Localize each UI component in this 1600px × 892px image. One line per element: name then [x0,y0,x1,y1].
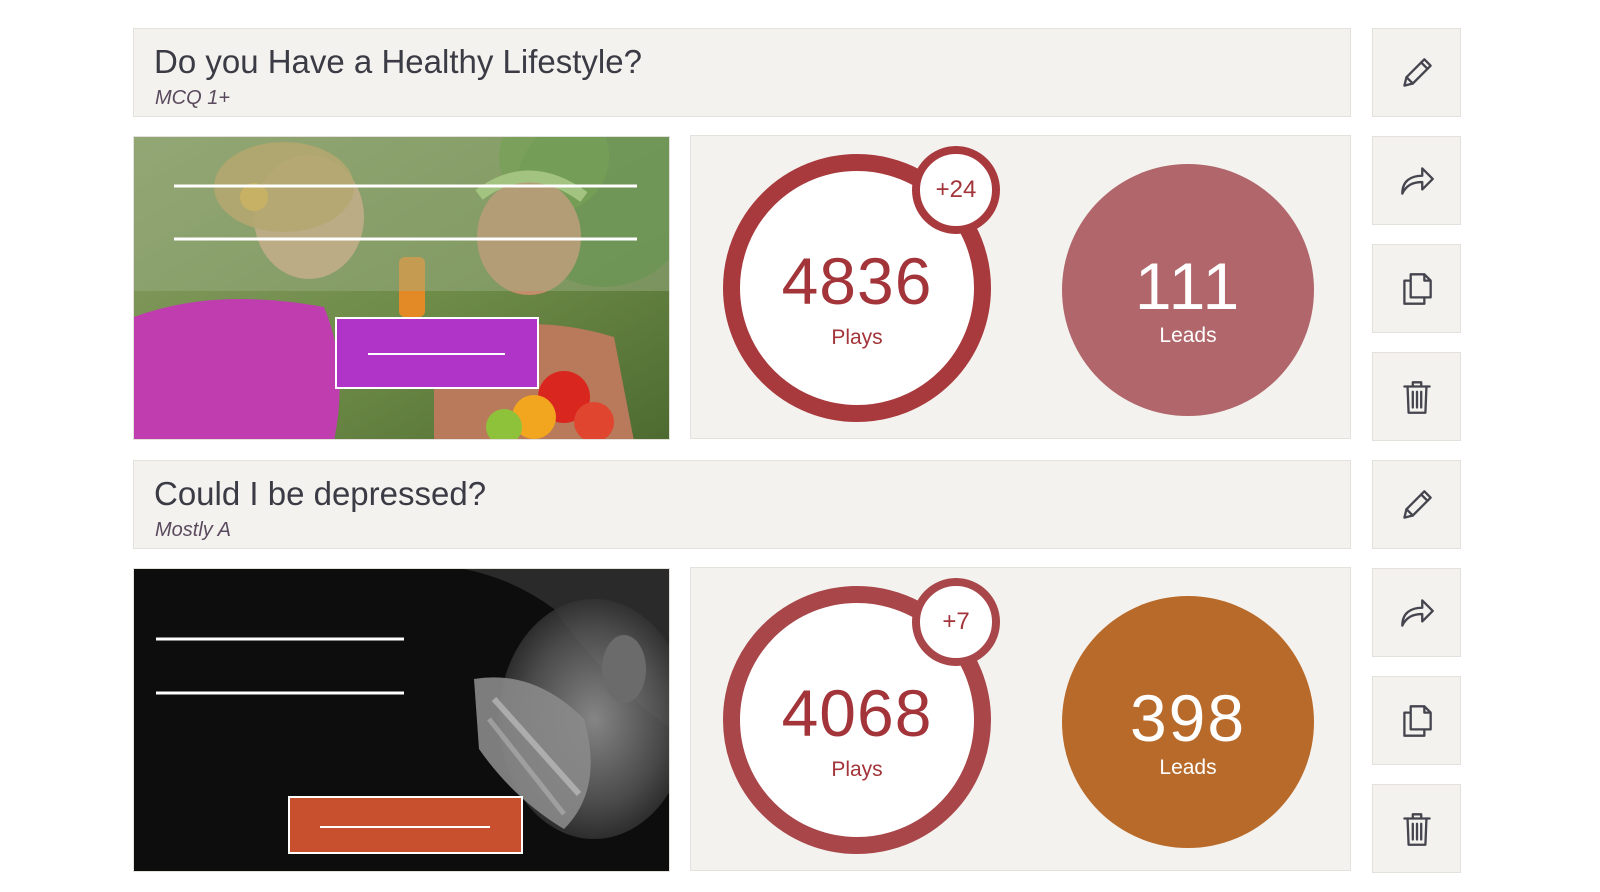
healthy-lifestyle-photo [134,137,669,439]
quiz-2-edit-button[interactable] [1372,460,1461,549]
pencil-icon [1402,489,1432,519]
share-arrow-icon [1400,598,1434,627]
quiz-1-share-button[interactable] [1372,136,1461,225]
copy-icon [1402,272,1432,305]
share-arrow-icon [1400,166,1434,195]
pencil-icon [1402,57,1432,87]
quiz-2-plays-count: 4068 [781,676,933,750]
quiz-2-plays-delta: +7 [942,608,970,635]
quiz-2-leads-label: Leads [1159,756,1217,779]
quiz-1-plays-delta-badge: +24 [912,146,1000,234]
quiz-2-title-bar[interactable]: Could I be depressed? Mostly A [133,460,1351,549]
quiz-2-leads-count: 398 [1129,681,1247,755]
quiz-2-delete-button[interactable] [1372,784,1461,873]
quiz-2-title: Could I be depressed? [154,475,487,512]
quiz-2-plays-label: Plays [831,758,883,781]
quiz-1-title-bar[interactable]: Do you Have a Healthy Lifestyle? MCQ 1+ [133,28,1351,117]
quiz-1-plays-delta: +24 [935,176,977,203]
quiz-1-leads-count: 111 [1134,249,1242,323]
quiz-1-delete-button[interactable] [1372,352,1461,441]
quiz-1-type: MCQ 1+ [155,87,231,109]
quiz-1-edit-button[interactable] [1372,28,1461,117]
quiz-1-plays-label: Plays [831,326,883,349]
quiz-2-leads-circle: 398 Leads [1062,596,1314,848]
quiz-1-duplicate-button[interactable] [1372,244,1461,333]
trash-icon [1402,812,1431,846]
quiz-1-leads-label: Leads [1159,324,1217,347]
quiz-2-plays-delta-badge: +7 [912,578,1000,666]
quiz-1-leads-circle: 111 Leads [1062,164,1314,416]
depressed-man-photo [134,569,669,871]
quiz-2-type: Mostly A [155,519,231,541]
quiz-2-thumbnail[interactable] [133,568,670,872]
quiz-2-duplicate-button[interactable] [1372,676,1461,765]
quiz-2-share-button[interactable] [1372,568,1461,657]
copy-icon [1402,704,1432,737]
quiz-1-title: Do you Have a Healthy Lifestyle? [154,43,642,80]
quiz-1-thumbnail[interactable] [133,136,670,440]
trash-icon [1402,380,1431,414]
quiz-1-plays-count: 4836 [781,244,933,318]
